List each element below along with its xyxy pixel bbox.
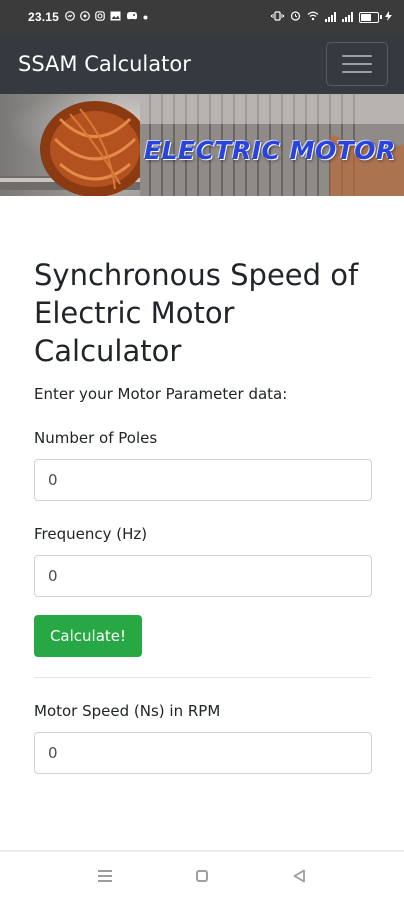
result-section: Motor Speed (Ns) in RPM 0	[34, 702, 372, 774]
dot-icon	[143, 11, 148, 23]
alarm-icon	[290, 10, 301, 24]
navbar: SSAM Calculator	[0, 34, 404, 94]
battery-icon	[359, 11, 382, 23]
back-icon[interactable]	[292, 869, 306, 883]
hamburger-icon-line	[342, 63, 372, 65]
menu-icon[interactable]	[98, 870, 112, 882]
page-title: Synchronous Speed of Electric Motor Calc…	[34, 258, 359, 368]
status-bar: 23.15	[0, 0, 404, 34]
home-icon[interactable]	[196, 870, 208, 882]
motor-speed-output[interactable]: 0	[34, 732, 372, 774]
hamburger-menu-button[interactable]	[326, 42, 388, 86]
banner-edge	[0, 196, 404, 204]
whatsapp-icon	[80, 10, 90, 24]
motor-speed-label: Motor Speed (Ns) in RPM	[34, 702, 221, 720]
intro-text: Enter your Motor Parameter data:	[34, 385, 288, 403]
divider	[34, 677, 372, 678]
poles-input[interactable]: 0	[34, 459, 372, 501]
hamburger-icon-line	[342, 71, 372, 73]
notification-icons	[65, 10, 148, 24]
signal-icon	[325, 12, 336, 22]
game-icon	[126, 11, 138, 24]
frequency-label: Frequency (Hz)	[34, 525, 148, 543]
banner-text: ELECTRIC MOTOR	[144, 136, 396, 165]
status-right	[271, 10, 392, 24]
instagram-icon	[95, 10, 105, 24]
calculate-button[interactable]: Calculate!	[34, 615, 142, 657]
status-left: 23.15	[28, 10, 148, 24]
system-navigation-bar	[0, 850, 404, 900]
status-time: 23.15	[28, 10, 60, 24]
signal-icon	[342, 12, 353, 22]
photo-icon	[110, 11, 121, 24]
electric-motor-banner: ELECTRIC MOTOR	[0, 94, 404, 204]
brand-title[interactable]: SSAM Calculator	[18, 52, 191, 76]
charging-icon	[385, 10, 392, 24]
calculator-form: Synchronous Speed of Electric Motor Calc…	[34, 256, 372, 657]
wifi-icon	[307, 11, 319, 24]
poles-label: Number of Poles	[34, 429, 158, 447]
vibrate-icon	[271, 10, 284, 24]
messenger-icon	[65, 10, 75, 24]
hamburger-icon	[342, 55, 372, 57]
frequency-input[interactable]: 0	[34, 555, 372, 597]
